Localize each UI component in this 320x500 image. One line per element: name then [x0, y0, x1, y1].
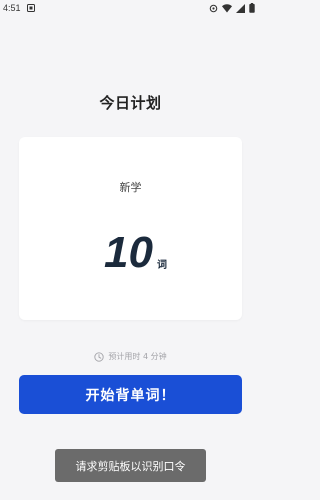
- word-count-number: 10: [104, 228, 153, 277]
- word-count-unit: 词: [156, 260, 167, 271]
- wifi-icon: [222, 3, 232, 13]
- settings-icon: [209, 4, 218, 13]
- clock-icon: [94, 351, 105, 362]
- estimated-time-text: 预计用时 4 分钟: [108, 352, 167, 361]
- status-time: 4:51: [3, 3, 21, 13]
- word-count: 10 词: [19, 231, 242, 275]
- clipboard-toast: 请求剪贴板以识别口令: [55, 449, 206, 482]
- new-words-label: 新学: [119, 181, 142, 194]
- estimated-time: 预计用时 4 分钟: [0, 351, 261, 362]
- status-bar: 4:51: [0, 0, 261, 16]
- status-right: [209, 3, 255, 13]
- signal-icon: [236, 3, 245, 13]
- battery-icon: [249, 3, 255, 13]
- notification-icon: [26, 4, 35, 12]
- start-learning-button[interactable]: 开始背单词！: [19, 375, 242, 414]
- app-screen: 4:51 今日计划 新学 10 词 预计用时 4 分钟 开始背单词！ 请求剪贴板…: [0, 0, 261, 500]
- status-left: 4:51: [3, 0, 35, 16]
- plan-card: 新学 10 词: [19, 137, 242, 320]
- page-title: 今日计划: [99, 94, 162, 112]
